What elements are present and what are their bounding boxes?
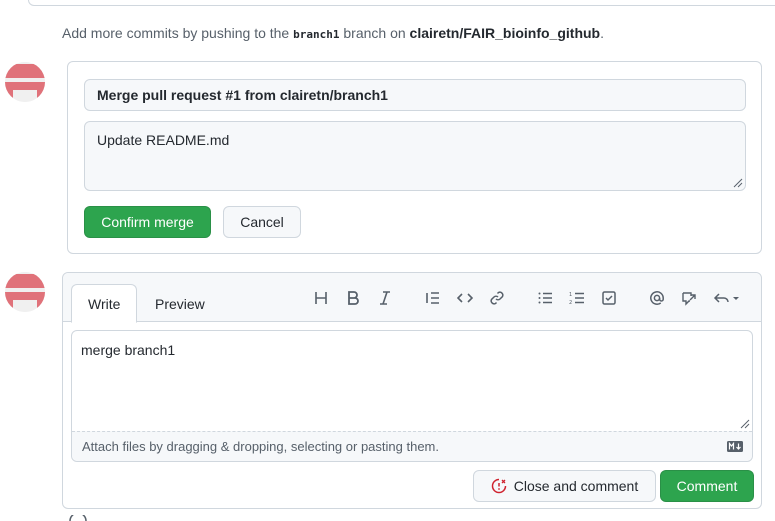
tab-write[interactable]: Write — [71, 284, 138, 323]
confirm-merge-label: Confirm merge — [101, 214, 194, 230]
resize-handle-icon[interactable] — [733, 178, 743, 188]
confirm-merge-button[interactable]: Confirm merge — [84, 206, 211, 238]
cancel-button[interactable]: Cancel — [223, 206, 301, 238]
merge-title-input[interactable]: Merge pull request #1 from clairetn/bran… — [84, 79, 746, 111]
reply-icon[interactable] — [712, 287, 742, 309]
resize-handle-icon[interactable] — [740, 419, 750, 429]
tab-preview[interactable]: Preview — [139, 284, 221, 323]
tab-preview-label: Preview — [155, 295, 205, 312]
heading-icon[interactable] — [310, 287, 332, 309]
svg-text:2: 2 — [569, 300, 572, 306]
repo-name[interactable]: clairetn/FAIR_bioinfo_github — [410, 25, 601, 41]
merge-message-textarea[interactable]: Update README.md — [84, 121, 746, 191]
unordered-list-icon[interactable] — [534, 287, 556, 309]
branch-name: branch1 — [293, 28, 340, 41]
task-list-icon[interactable] — [598, 287, 620, 309]
attach-files-bar[interactable]: Attach files by dragging & dropping, sel… — [72, 431, 752, 461]
timeline-event-icon — [69, 515, 87, 521]
push-note-prefix: Add more commits by pushing to the — [62, 25, 290, 41]
previous-panel-edge — [28, 0, 775, 6]
attach-files-hint: Attach files by dragging & dropping, sel… — [82, 439, 439, 454]
quote-icon[interactable] — [422, 287, 444, 309]
avatar[interactable] — [5, 62, 45, 102]
markdown-icon[interactable] — [727, 441, 743, 452]
bold-icon[interactable] — [342, 287, 364, 309]
ordered-list-icon[interactable]: 12 — [566, 287, 588, 309]
code-icon[interactable] — [454, 287, 476, 309]
link-icon[interactable] — [486, 287, 508, 309]
comment-form: Write Preview 1 2 merge branch1 Attach f… — [62, 272, 762, 509]
identicon-icon — [5, 62, 45, 102]
comment-tabbar: Write Preview 1 2 — [63, 273, 761, 323]
comment-button[interactable]: Comment — [660, 470, 754, 502]
push-note-middle: branch on — [343, 25, 406, 41]
cancel-label: Cancel — [240, 214, 284, 230]
avatar[interactable] — [5, 272, 45, 312]
svg-text:1: 1 — [569, 292, 572, 298]
close-issue-icon — [491, 478, 506, 494]
merge-form: Merge pull request #1 from clairetn/bran… — [67, 61, 762, 254]
cross-reference-icon[interactable] — [678, 287, 700, 309]
comment-label: Comment — [676, 478, 738, 494]
tab-write-label: Write — [88, 295, 121, 312]
close-and-comment-label: Close and comment — [513, 478, 639, 494]
merge-message-text: Update README.md — [97, 132, 230, 148]
close-and-comment-button[interactable]: Close and comment — [473, 470, 656, 502]
identicon-icon — [5, 272, 45, 312]
push-note-suffix: . — [600, 25, 604, 41]
comment-textarea[interactable]: merge branch1 Attach files by dragging &… — [71, 330, 753, 462]
push-commits-note: Add more commits by pushing to the branc… — [62, 25, 604, 41]
italic-icon[interactable] — [374, 287, 396, 309]
pull-request-merge-page: Add more commits by pushing to the branc… — [0, 0, 775, 521]
comment-text: merge branch1 — [81, 342, 176, 358]
mention-icon[interactable] — [646, 287, 668, 309]
